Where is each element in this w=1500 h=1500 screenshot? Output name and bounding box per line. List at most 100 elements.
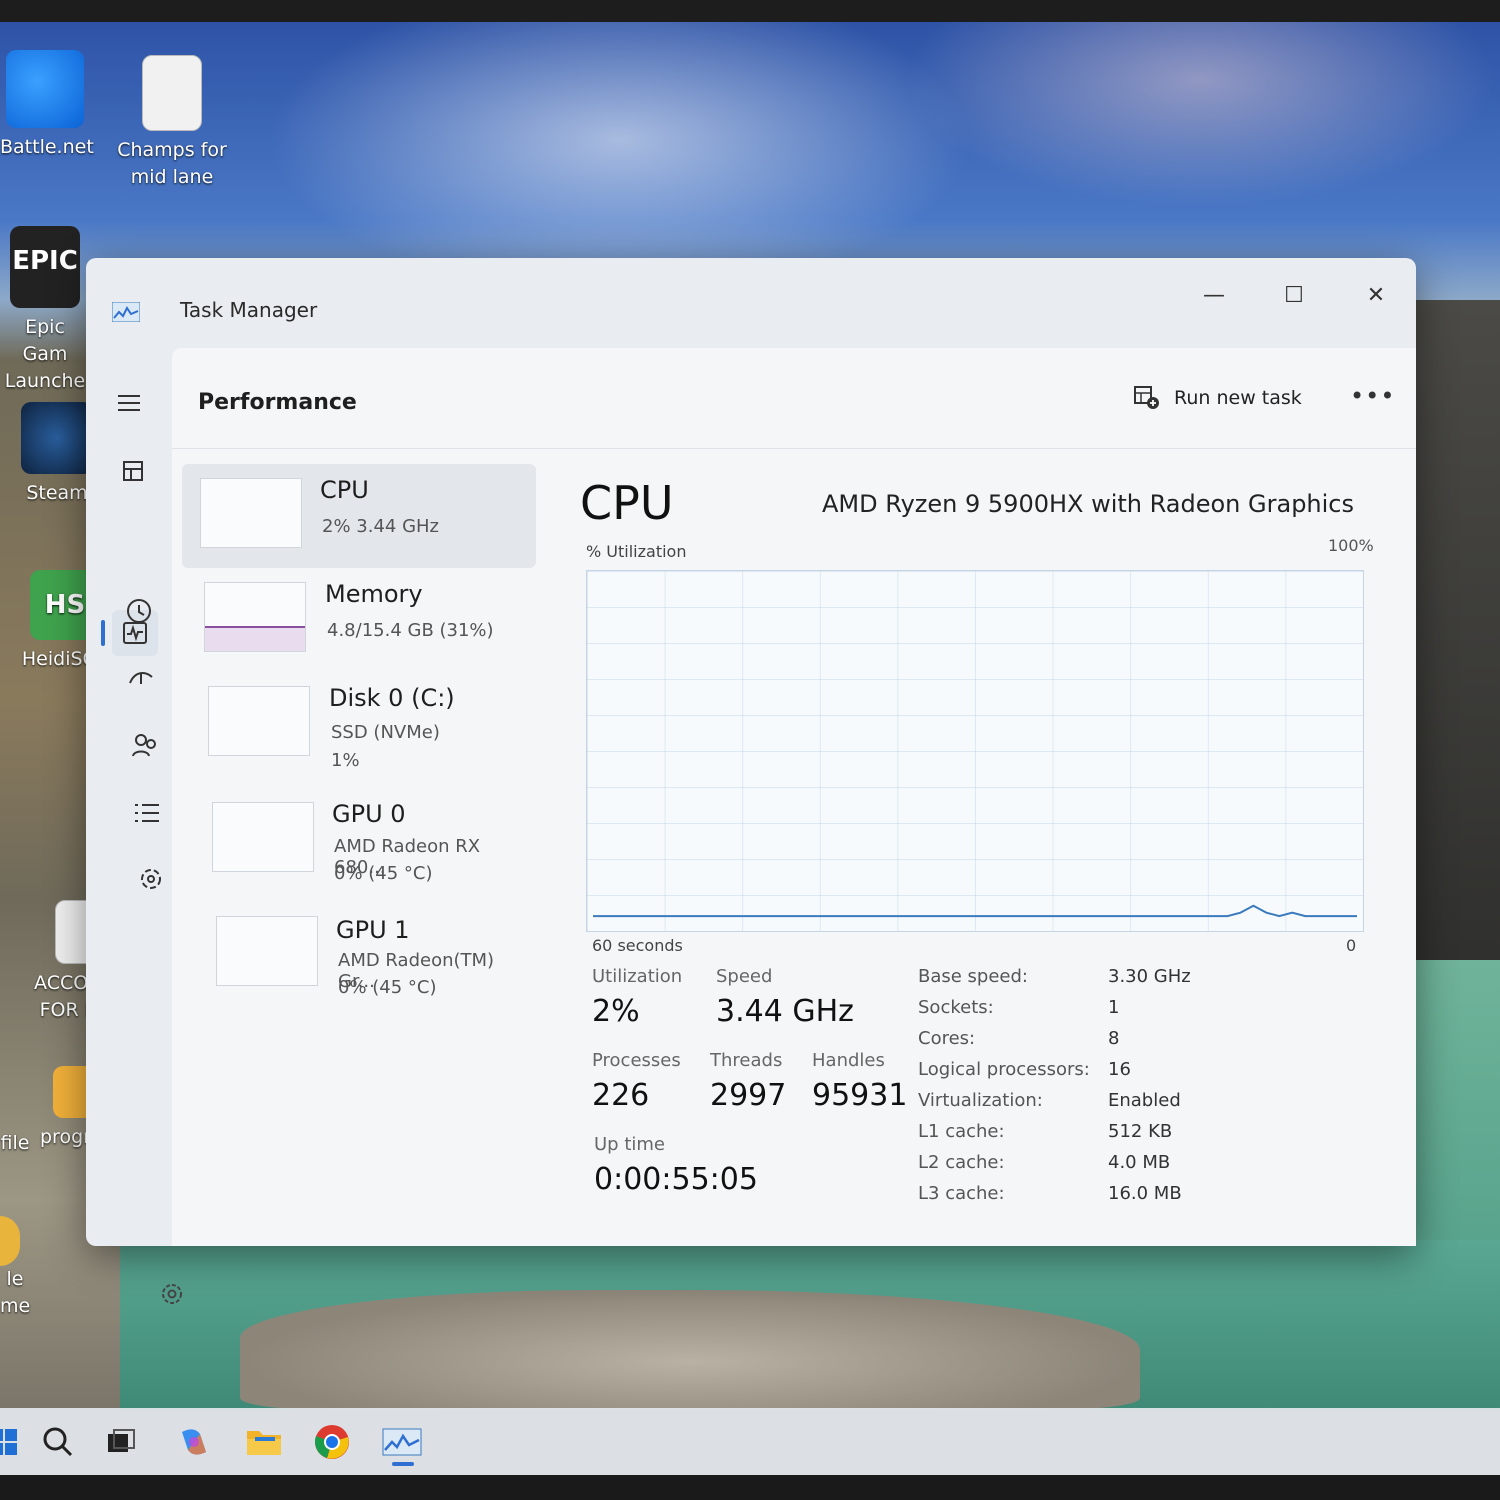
services-icon[interactable] (128, 856, 174, 902)
speed-value: 3.44 GHz (716, 994, 854, 1029)
epic-games-icon: EPIC (10, 226, 80, 308)
resource-item-gpu-1[interactable]: GPU 1 AMD Radeon(TM) Gr... 0% (45 °C) (182, 904, 536, 1008)
uptime-value: 0:00:55:05 (594, 1162, 758, 1197)
run-new-task-button[interactable]: Run new task (1134, 378, 1302, 418)
desktop-icon-label: me (0, 1295, 31, 1317)
app-icon (0, 1216, 20, 1266)
cpu-thumbnail-graph (200, 478, 302, 548)
steam-icon (21, 402, 93, 474)
detail-value: 16.0 MB (1108, 1183, 1182, 1204)
minimize-button[interactable]: — (1184, 272, 1244, 320)
processes-label: Processes (592, 1050, 681, 1071)
cpu-utilization-line (593, 904, 1357, 918)
cpu-heading: CPU (580, 476, 674, 530)
resource-item-memory[interactable]: Memory 4.8/15.4 GB (31%) (182, 568, 536, 672)
resource-detail: SSD (NVMe) (331, 722, 440, 743)
utilization-label: Utilization (592, 966, 683, 987)
run-new-task-label: Run new task (1174, 387, 1302, 409)
monitor-bezel-top (0, 0, 1500, 22)
detail-value: Enabled (1108, 1090, 1181, 1111)
handles-label: Handles (812, 1050, 885, 1071)
task-manager-icon (112, 302, 140, 322)
taskbar (0, 1408, 1500, 1475)
desktop-icon-epic-games[interactable]: EPIC Epic Gam Launche (0, 226, 90, 395)
resource-name: Memory (325, 580, 423, 608)
resource-name: CPU (320, 476, 369, 504)
uptime-label: Up time (594, 1134, 665, 1155)
processes-value: 226 (592, 1078, 650, 1113)
detail-value: 3.30 GHz (1108, 966, 1191, 987)
desktop-icon-label: mid lane (130, 166, 214, 188)
cpu-utilization-graph (586, 570, 1364, 932)
wallpaper-rock (240, 1290, 1140, 1410)
resource-detail: 1% (331, 750, 360, 771)
speed-label: Speed (716, 966, 773, 987)
disk-thumbnail-graph (208, 686, 310, 756)
desktop-icon-label: le (6, 1268, 24, 1290)
task-view-icon[interactable] (100, 1420, 144, 1464)
detail-key: Virtualization: (918, 1090, 1043, 1111)
resource-name: GPU 0 (332, 800, 406, 828)
threads-label: Threads (710, 1050, 783, 1071)
desktop-icon-file[interactable]: file (0, 1130, 30, 1157)
processes-icon[interactable] (110, 448, 156, 494)
threads-value: 2997 (710, 1078, 787, 1113)
detail-key: L1 cache: (918, 1121, 1005, 1142)
header-divider (172, 448, 1416, 449)
resource-item-cpu[interactable]: CPU 2% 3.44 GHz (182, 464, 536, 568)
active-app-indicator (392, 1462, 414, 1466)
detail-key: L2 cache: (918, 1152, 1005, 1173)
detail-value: 8 (1108, 1028, 1120, 1049)
detail-key: Logical processors: (918, 1059, 1090, 1080)
page-title: Performance (198, 390, 357, 415)
copilot-icon[interactable] (172, 1420, 216, 1464)
navigation-rail (86, 348, 182, 1304)
task-manager-window: Task Manager — ☐ ✕ Performance Run new t… (86, 258, 1416, 1304)
search-icon[interactable] (36, 1420, 80, 1464)
resource-item-disk-0[interactable]: Disk 0 (C:) SSD (NVMe) 1% (182, 672, 536, 776)
desktop-icon-label: Epic Gam (22, 316, 68, 365)
title-bar[interactable]: Task Manager — ☐ ✕ (86, 258, 1416, 348)
text-document-icon (142, 55, 202, 131)
resource-name: Disk 0 (C:) (329, 684, 455, 712)
battlenet-icon (6, 50, 84, 128)
resource-item-gpu-0[interactable]: GPU 0 AMD Radeon RX 680... 0% (45 °C) (182, 788, 536, 892)
handles-value: 95931 (812, 1078, 908, 1113)
hamburger-menu-icon[interactable] (106, 380, 152, 426)
detail-value: 512 KB (1108, 1121, 1173, 1142)
users-icon[interactable] (122, 722, 168, 768)
more-options-button[interactable]: ••• (1350, 376, 1394, 416)
detail-value: 16 (1108, 1059, 1131, 1080)
close-button[interactable]: ✕ (1346, 272, 1406, 320)
resource-detail: 0% (45 °C) (338, 977, 437, 998)
detail-value: 4.0 MB (1108, 1152, 1171, 1173)
performance-content: Performance Run new task ••• CPU 2% 3.44… (172, 348, 1416, 1246)
desktop-icon-label: Launche (4, 370, 86, 392)
cpu-utilization-chart (593, 904, 1357, 918)
graph-x-label: 60 seconds (592, 936, 683, 955)
desktop-icon-battlenet[interactable]: Battle.net (0, 50, 94, 161)
resource-name: GPU 1 (336, 916, 410, 944)
file-explorer-icon[interactable] (242, 1420, 286, 1464)
desktop-icon-champs-for-mid-lane[interactable]: Champs for mid lane (112, 55, 232, 191)
utilization-value: 2% (592, 994, 640, 1029)
resource-detail: 4.8/15.4 GB (31%) (327, 620, 494, 641)
detail-key: Sockets: (918, 997, 994, 1018)
gpu0-thumbnail-graph (212, 802, 314, 872)
memory-thumbnail-graph (204, 582, 306, 652)
start-icon[interactable] (0, 1420, 26, 1464)
task-manager-icon[interactable] (380, 1420, 424, 1464)
window-title: Task Manager (180, 298, 318, 322)
detail-value: 1 (1108, 997, 1120, 1018)
desktop-icon-label: file (0, 1132, 30, 1154)
desktop-icon-label: Champs for (117, 139, 227, 161)
details-icon[interactable] (124, 790, 170, 836)
settings-icon[interactable] (158, 1280, 188, 1310)
startup-apps-icon[interactable] (118, 654, 164, 700)
app-history-icon[interactable] (116, 588, 162, 634)
maximize-button[interactable]: ☐ (1264, 272, 1324, 320)
chrome-icon[interactable] (310, 1420, 354, 1464)
graph-x-min-label: 0 (1346, 936, 1357, 955)
cpu-model-name: AMD Ryzen 9 5900HX with Radeon Graphics (822, 490, 1355, 518)
desktop-icon-partial[interactable]: le me (0, 1216, 30, 1320)
